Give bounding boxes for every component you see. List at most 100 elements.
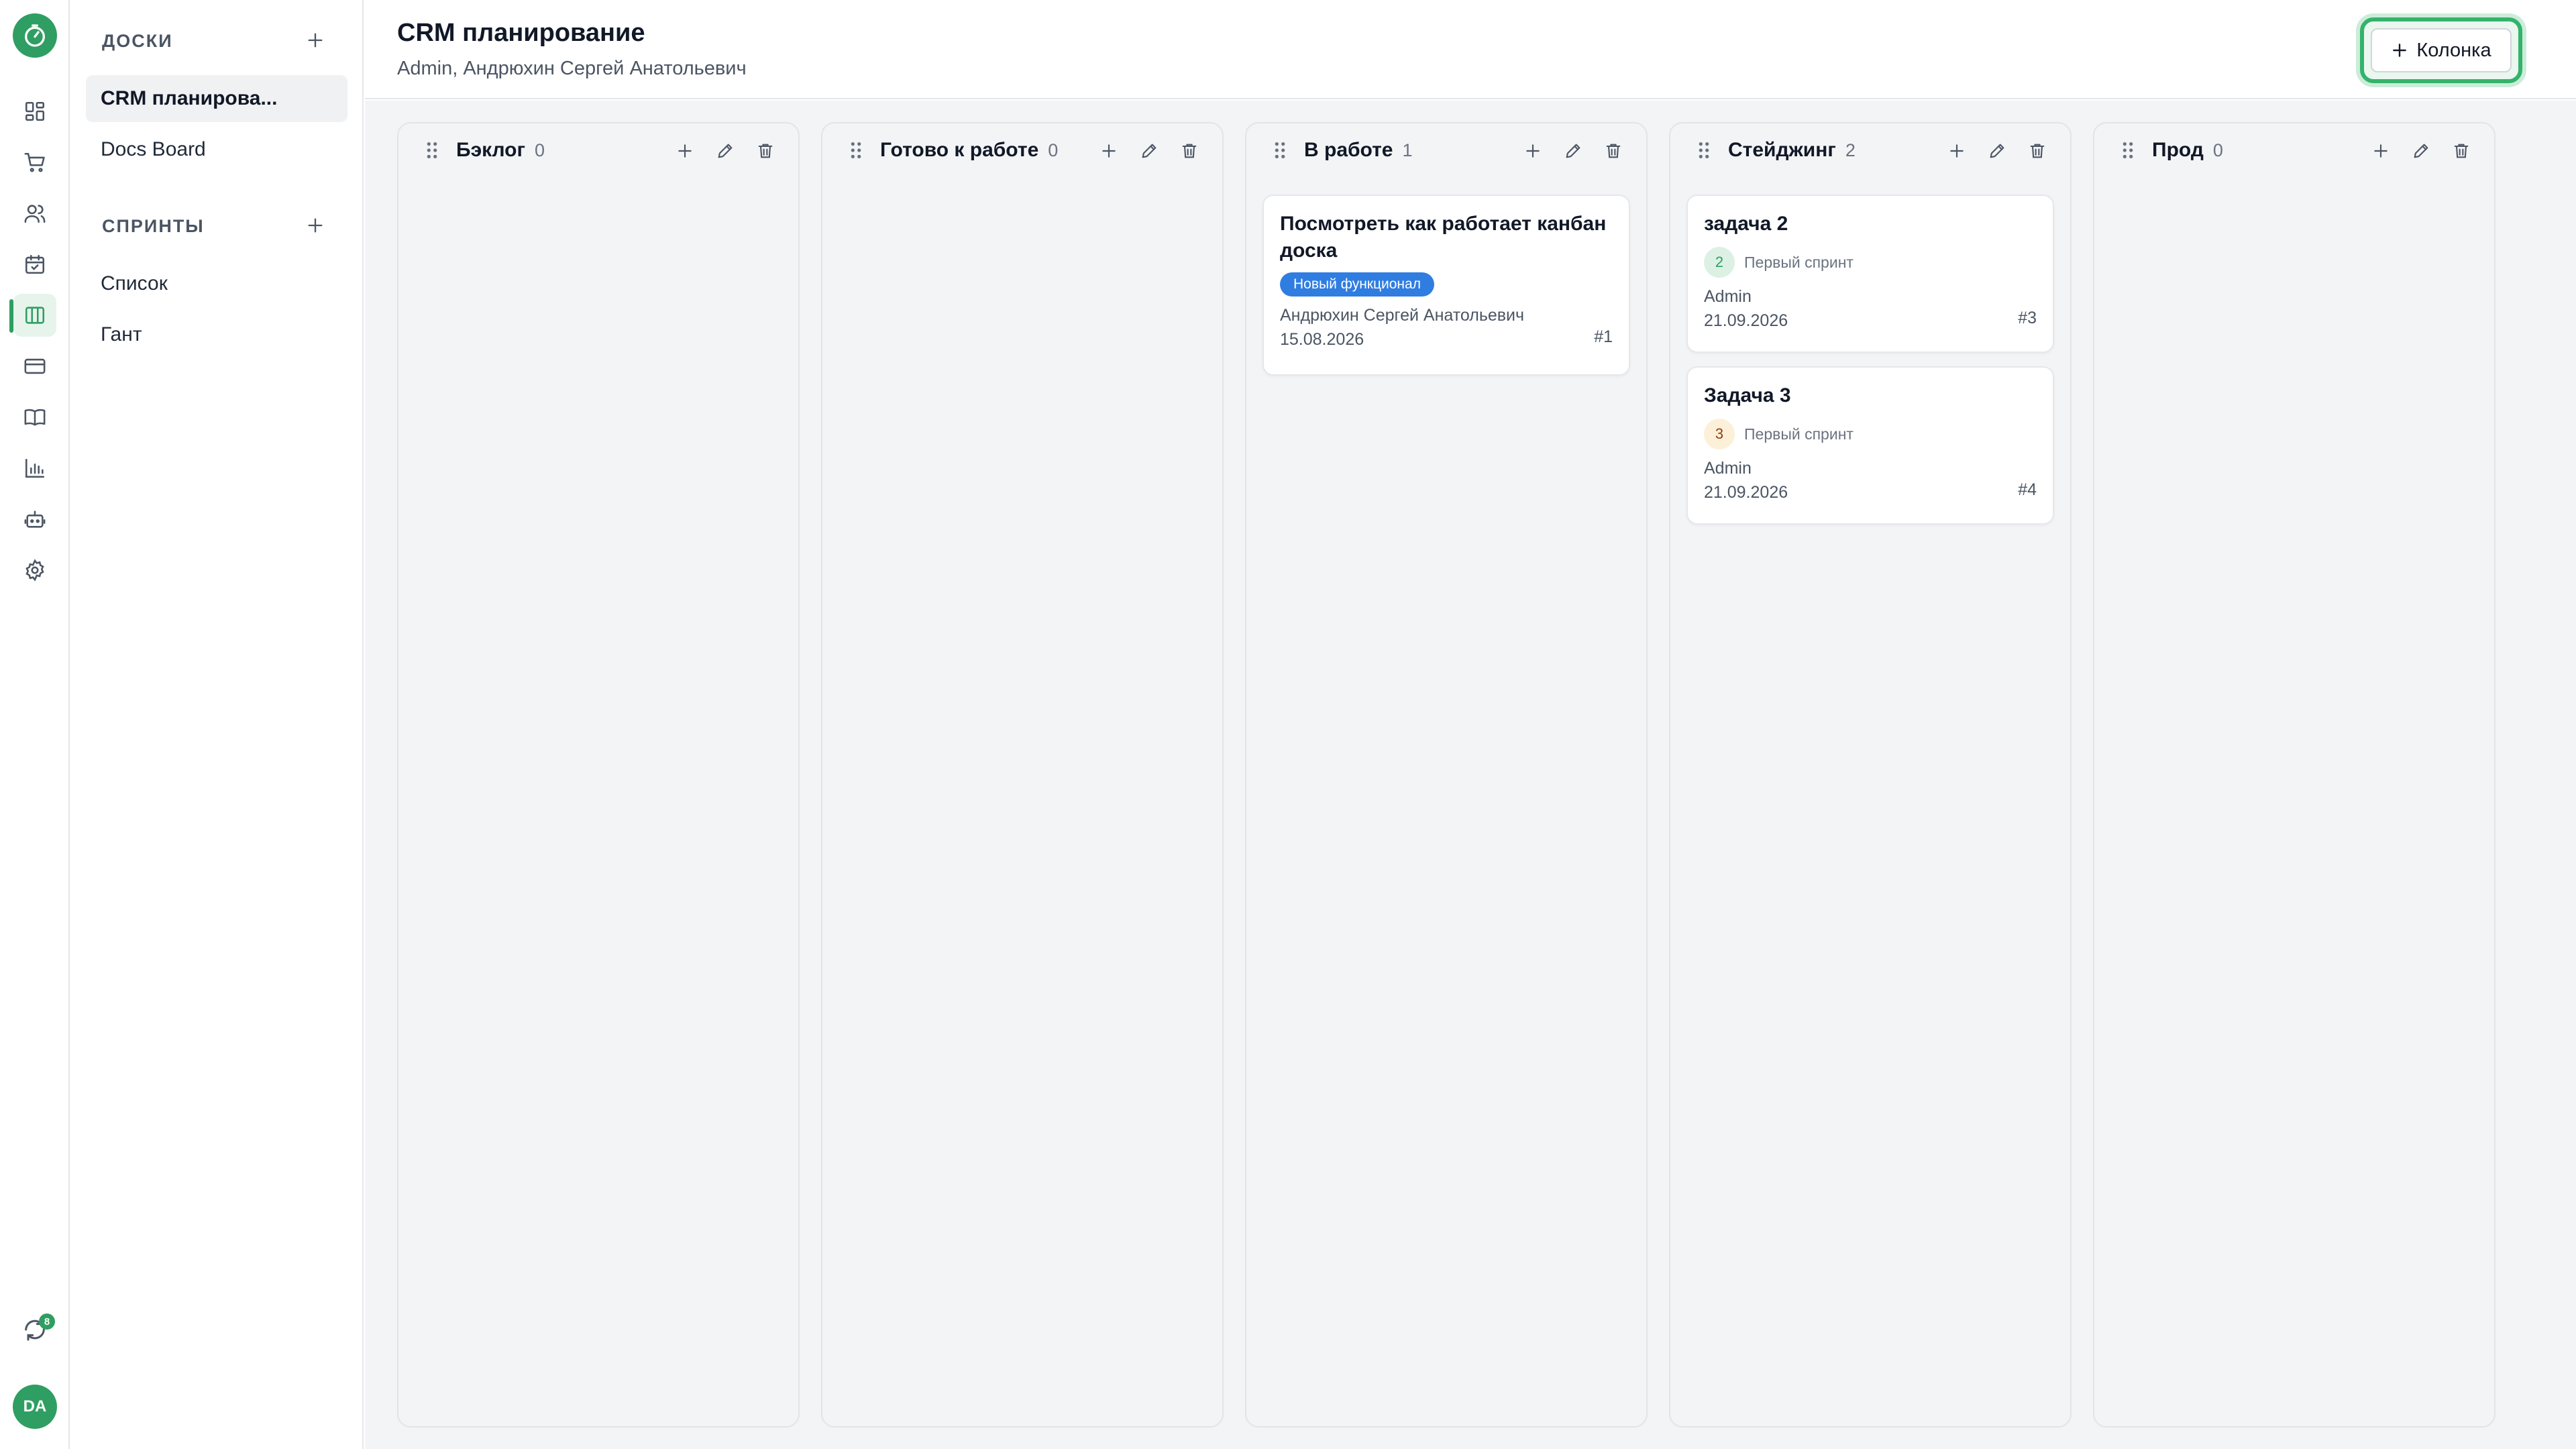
task-date: 15.08.2026 [1280, 330, 1364, 349]
edit-column-button[interactable] [1982, 136, 2012, 166]
plus-icon [308, 33, 323, 48]
kanban-board: Бэклог 0 Готово к работе 0 В работе 1 По… [365, 101, 2576, 1449]
edit-column-button[interactable] [1558, 136, 1589, 166]
pencil-icon [1142, 144, 1157, 158]
timer-logo-icon[interactable] [13, 13, 57, 58]
notification-badge: 8 [39, 1313, 55, 1330]
board-header: CRM планирование Admin, Андрюхин Сергей … [365, 0, 2576, 99]
delete-column-button[interactable] [1174, 136, 1205, 166]
task-assignee: Admin [1704, 287, 1752, 306]
column-title: В работе [1304, 139, 1393, 161]
column-title: Стейджинг [1728, 139, 1836, 161]
boards-sidebar: ДОСКИ CRM планирова... Docs Board СПРИНТ… [71, 0, 364, 1449]
sidebar-item-docs-board[interactable]: Docs Board [86, 126, 347, 173]
task-title: задача 2 [1704, 213, 1788, 235]
sprints-heading: СПРИНТЫ [102, 216, 205, 236]
column-in-progress: В работе 1 Посмотреть как работает канба… [1245, 122, 1648, 1428]
drag-handle-icon[interactable] [425, 140, 439, 160]
task-title: Задача 3 [1704, 384, 1791, 407]
book-icon[interactable] [13, 396, 56, 439]
column-staging: Стейджинг 2 задача 2 2 Первый спринт Adm… [1669, 122, 2072, 1428]
task-tag: Новый функционал [1280, 272, 1434, 297]
users-icon[interactable] [13, 192, 56, 235]
add-card-button[interactable] [1941, 136, 1972, 166]
edit-column-button[interactable] [1134, 136, 1165, 166]
add-card-button[interactable] [2365, 136, 2396, 166]
trash-icon [2030, 144, 2045, 158]
column-title: Прод [2152, 139, 2204, 161]
trash-icon [2454, 144, 2469, 158]
board-members: Admin, Андрюхин Сергей Анатольевич [397, 58, 747, 79]
task-assignee: Admin [1704, 459, 1752, 478]
plus-icon [2393, 44, 2407, 57]
column-ready: Готово к работе 0 [821, 122, 1224, 1428]
trash-icon [758, 144, 773, 158]
add-board-button[interactable] [298, 23, 333, 58]
task-id: #1 [1594, 327, 1613, 346]
dashboard-icon[interactable] [13, 90, 56, 133]
boards-heading: ДОСКИ [102, 31, 173, 51]
column-backlog: Бэклог 0 [397, 122, 800, 1428]
task-id: #3 [2018, 309, 2037, 327]
edit-column-button[interactable] [2406, 136, 2436, 166]
trash-icon [1182, 144, 1197, 158]
column-count: 1 [1402, 140, 1413, 160]
task-assignee: Андрюхин Сергей Анатольевич [1280, 306, 1525, 325]
task-card[interactable]: Задача 3 3 Первый спринт Admin 21.09.202… [1686, 366, 2054, 525]
task-id: #4 [2018, 480, 2037, 499]
delete-column-button[interactable] [2022, 136, 2053, 166]
pencil-icon [1566, 144, 1580, 158]
sprint-name: Первый спринт [1744, 253, 1854, 271]
plus-icon [308, 218, 323, 233]
add-sprint-button[interactable] [298, 208, 333, 243]
bar-chart-icon[interactable] [13, 447, 56, 490]
plus-icon [1950, 144, 1964, 158]
plus-icon [1102, 144, 1116, 158]
calendar-check-icon[interactable] [13, 243, 56, 286]
delete-column-button[interactable] [1598, 136, 1629, 166]
plus-icon [2374, 144, 2387, 158]
trash-icon [1606, 144, 1621, 158]
sprint-name: Первый спринт [1744, 425, 1854, 443]
sprint-number-badge: 2 [1704, 247, 1735, 278]
sidebar-item-list[interactable]: Список [86, 260, 347, 307]
plus-icon [678, 144, 692, 158]
settings-icon[interactable] [13, 549, 56, 592]
task-date: 21.09.2026 [1704, 311, 1788, 330]
task-date: 21.09.2026 [1704, 483, 1788, 502]
edit-column-button[interactable] [710, 136, 741, 166]
sync-button[interactable]: 8 [13, 1308, 56, 1351]
column-count: 0 [1048, 140, 1059, 160]
kanban-board-icon[interactable] [13, 294, 56, 337]
drag-handle-icon[interactable] [1273, 140, 1287, 160]
drag-handle-icon[interactable] [2121, 140, 2135, 160]
pencil-icon [1990, 144, 2004, 158]
user-avatar[interactable]: DA [13, 1385, 57, 1429]
sidebar-item-gantt[interactable]: Гант [86, 311, 347, 358]
drag-handle-icon[interactable] [1697, 140, 1711, 160]
pencil-icon [718, 144, 733, 158]
delete-column-button[interactable] [2446, 136, 2477, 166]
task-card[interactable]: задача 2 2 Первый спринт Admin 21.09.202… [1686, 195, 2054, 353]
plus-icon [1526, 144, 1540, 158]
task-title: Посмотреть как работает канбан доска [1280, 213, 1607, 262]
sidebar-item-crm-board[interactable]: CRM планирова... [86, 75, 347, 122]
column-title: Готово к работе [880, 139, 1039, 161]
cart-icon[interactable] [13, 141, 56, 184]
bot-icon[interactable] [13, 498, 56, 541]
column-title: Бэклог [456, 139, 525, 161]
drag-handle-icon[interactable] [849, 140, 863, 160]
add-card-button[interactable] [1517, 136, 1548, 166]
add-column-label: Колонка [2416, 39, 2491, 61]
add-column-button-focus-ring: Колонка [2360, 17, 2522, 83]
credit-card-icon[interactable] [13, 345, 56, 388]
add-column-button[interactable]: Колонка [2371, 28, 2512, 72]
column-prod: Прод 0 [2093, 122, 2496, 1428]
icon-rail: 8 DA [0, 0, 70, 1449]
page-title: CRM планирование [397, 19, 645, 47]
delete-column-button[interactable] [750, 136, 781, 166]
add-card-button[interactable] [1093, 136, 1124, 166]
task-card[interactable]: Посмотреть как работает канбан доска Нов… [1263, 195, 1630, 376]
column-count: 0 [535, 140, 545, 160]
add-card-button[interactable] [669, 136, 700, 166]
